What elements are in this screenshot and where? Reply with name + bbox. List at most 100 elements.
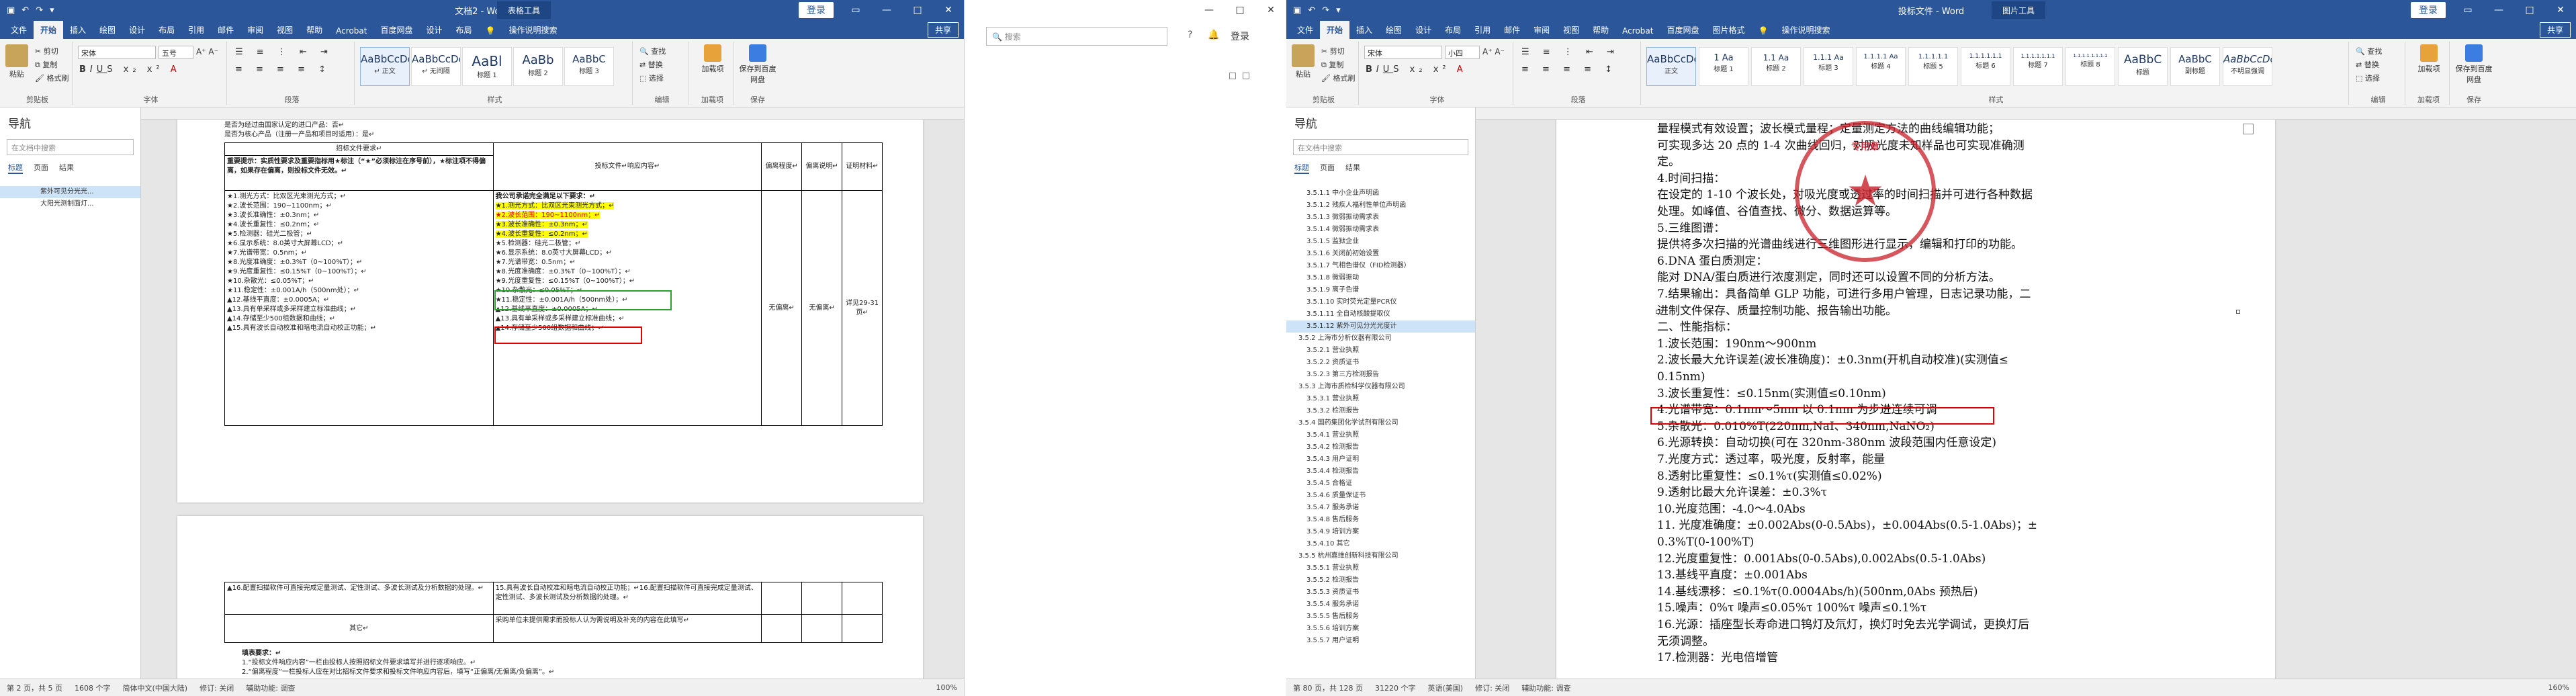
find-button[interactable]: 🔍 查找	[639, 46, 666, 56]
addin-button[interactable]: 加载项	[696, 44, 729, 74]
tab-acrobat[interactable]: Acrobat	[329, 23, 373, 39]
tab-baidu[interactable]: 百度网盘	[373, 21, 419, 39]
tab-design[interactable]: 设计	[122, 21, 152, 39]
accessibility[interactable]: 辅助功能: 调查	[1521, 683, 1570, 693]
maximize-icon[interactable]: □	[902, 5, 933, 15]
list-buttons[interactable]: ☰ ≡ ⋮ ⇤ ⇥	[1521, 47, 1619, 57]
note-cell[interactable]: 无偏离↵	[801, 190, 843, 426]
tab-picture-format[interactable]: 图片格式	[1705, 21, 1751, 39]
nav-heading-item[interactable]: 3.5.5 杭州嘉维创新科技有限公司	[1286, 550, 1475, 562]
style-no-spacing[interactable]: AaBbCcDc ↵ 无间隔	[411, 47, 461, 86]
ribbon-display-icon[interactable]: ▭	[840, 5, 871, 15]
nav-tab-pages[interactable]: 页面	[34, 162, 48, 174]
style-heading-1[interactable]: 1 Aa 标题 1	[1699, 47, 1748, 86]
nav-heading-item[interactable]: 3.5.5.4 服务承诺	[1286, 599, 1475, 611]
tab-help[interactable]: 帮助	[300, 21, 329, 39]
font-size-select[interactable]: 小四	[1445, 46, 1480, 59]
nav-heading-item[interactable]: 3.5.1.9 离子色谱	[1286, 284, 1475, 296]
style-subtle-emphasis[interactable]: AaBbCcDc 不明显强调	[2223, 47, 2272, 86]
find-button[interactable]: 🔍 查找	[2356, 46, 2382, 56]
ribbon-display-icon[interactable]: ▭	[2452, 5, 2483, 15]
nav-item[interactable]: 大阳光测制面灯...	[0, 198, 140, 210]
nav-tab-results[interactable]: 结果	[59, 162, 74, 174]
tell-me-search[interactable]: 操作说明搜索	[502, 21, 564, 39]
nav-heading-item[interactable]: 3.5.2 上海市分析仪器有限公司	[1286, 333, 1475, 345]
nav-heading-item[interactable]: 3.5.5.2 检测报告	[1286, 574, 1475, 586]
deviation-cell[interactable]	[761, 582, 803, 615]
style-heading-6[interactable]: 1.1.1.1.1.1 标题 6	[1961, 47, 2010, 86]
nav-heading-item[interactable]: 3.5.4.5 合格证	[1286, 478, 1475, 490]
nav-tab-results[interactable]: 结果	[1345, 162, 1360, 174]
nav-heading-item[interactable]: 3.5.1.7 气相色谱仪（FID检测器）	[1286, 260, 1475, 272]
nav-heading-item[interactable]: 3.5.1.4 微弱振动需求表	[1286, 224, 1475, 236]
word-count[interactable]: 31220 个字	[1375, 683, 1416, 693]
nav-heading-item[interactable]: 3.5.5.7 用户证明	[1286, 635, 1475, 647]
page-count[interactable]: 第 2 页，共 5 页	[7, 683, 62, 693]
replace-button[interactable]: ⇄ 替换	[2356, 59, 2379, 70]
nav-search-input[interactable]: 在文档中搜索	[7, 139, 134, 155]
nav-heading-item[interactable]: 3.5.5.1 营业执照	[1286, 562, 1475, 574]
deviation-cell[interactable]: 无偏离↵	[761, 190, 803, 426]
tab-insert[interactable]: 插入	[63, 21, 93, 39]
autosave-icon[interactable]: ▣	[7, 5, 15, 15]
nav-heading-item[interactable]: 3.5.4 国药集团化学试剂有限公司	[1286, 417, 1475, 429]
nav-tab-headings[interactable]: 标题	[8, 162, 23, 174]
save-baidu-button[interactable]: 保存到百度网盘	[2455, 44, 2493, 85]
style-heading-5[interactable]: 1.1.1.1.1 标题 5	[1908, 47, 1958, 86]
style-heading-2[interactable]: 1.1 Aa 标题 2	[1751, 47, 1801, 86]
image-resize-handle[interactable]	[2236, 310, 2240, 314]
nav-heading-item[interactable]: 3.5.1.3 微弱振动需求表	[1286, 212, 1475, 224]
word-count[interactable]: 1608 个字	[75, 683, 111, 693]
nav-heading-item[interactable]: 3.5.4.10 其它	[1286, 538, 1475, 550]
customize-qat-icon[interactable]: ▾	[1336, 5, 1341, 15]
font-color-icon[interactable]: A	[171, 64, 181, 75]
style-heading-3[interactable]: AaBbC 标题 3	[564, 47, 614, 86]
copy-button[interactable]: ⧉ 复制	[35, 59, 57, 70]
tab-draw[interactable]: 绘图	[1379, 21, 1409, 39]
requirement-cell[interactable]: ▲16.配置扫描软件可直接完成定量测试、定性测试、多波长测试及分析数据的处理。↵	[224, 582, 494, 615]
undo-icon[interactable]: ↶	[1308, 5, 1315, 15]
style-title[interactable]: AaBbC 标题	[2118, 47, 2168, 86]
paste-button[interactable]: 粘贴	[1292, 44, 1315, 79]
minimize-icon[interactable]: —	[1194, 5, 1225, 15]
nav-heading-item[interactable]: 3.5.1.1 中小企业声明函	[1286, 187, 1475, 200]
proof-cell[interactable]: 详见29-31页↵	[842, 190, 883, 426]
style-heading-1[interactable]: AaBl 标题 1	[462, 47, 512, 86]
tab-insert[interactable]: 插入	[1349, 21, 1379, 39]
format-painter-button[interactable]: 🖌 格式刷	[35, 73, 69, 83]
font-format-row[interactable]: BIUS x₂ x² A	[79, 64, 181, 75]
maximize-icon[interactable]: □	[1225, 5, 1255, 15]
style-heading-4[interactable]: 1.1.1.1 Aa 标题 4	[1856, 47, 1906, 86]
nav-heading-item[interactable]: 3.5.1.2 残疾人福利性单位声明函	[1286, 200, 1475, 212]
close-icon[interactable]: ✕	[933, 5, 964, 15]
nav-heading-item[interactable]: 3.5.4.4 检测报告	[1286, 466, 1475, 478]
tab-view[interactable]: 视图	[270, 21, 300, 39]
nav-tab-pages[interactable]: 页面	[1320, 162, 1335, 174]
font-size-select[interactable]: 五号	[159, 46, 193, 59]
share-button[interactable]: 共享	[927, 22, 959, 38]
nav-heading-item[interactable]: 3.5.4.3 用户证明	[1286, 453, 1475, 466]
share-button[interactable]: 共享	[2539, 22, 2571, 38]
font-name-select[interactable]: 宋体	[1364, 46, 1442, 59]
nav-heading-item[interactable]: 3.5.2.3 第三方检测报告	[1286, 369, 1475, 381]
undo-icon[interactable]: ↶	[21, 5, 29, 15]
tab-file[interactable]: 文件	[4, 21, 34, 39]
tab-baidu[interactable]: 百度网盘	[1660, 21, 1705, 39]
tab-mailings[interactable]: 邮件	[1497, 21, 1527, 39]
nav-heading-item[interactable]: 3.5.5.5 售后服务	[1286, 611, 1475, 623]
bell-icon[interactable]: 🔔	[1208, 30, 1219, 40]
nav-item[interactable]: 紫外可见分光光...	[0, 186, 140, 198]
replace-button[interactable]: ⇄ 替换	[639, 59, 663, 70]
tab-references[interactable]: 引用	[1468, 21, 1497, 39]
nav-heading-item[interactable]: 3.5.1.8 微弱振动	[1286, 272, 1475, 284]
nav-heading-item[interactable]: 3.5.2.1 营业执照	[1286, 345, 1475, 357]
language[interactable]: 简体中文(中国大陆)	[122, 683, 187, 693]
tab-review[interactable]: 审阅	[1527, 21, 1556, 39]
tab-mailings[interactable]: 邮件	[211, 21, 240, 39]
redo-icon[interactable]: ↷	[36, 5, 43, 15]
font-format-row[interactable]: BIUS x₂ x² A	[1366, 64, 1467, 75]
view-toggle-icon[interactable]	[1243, 73, 1249, 79]
align-buttons[interactable]: ≡ ≡ ≡ ≡ ↕	[235, 64, 331, 75]
tab-references[interactable]: 引用	[181, 21, 211, 39]
track-changes[interactable]: 修订: 关闭	[1475, 683, 1509, 693]
